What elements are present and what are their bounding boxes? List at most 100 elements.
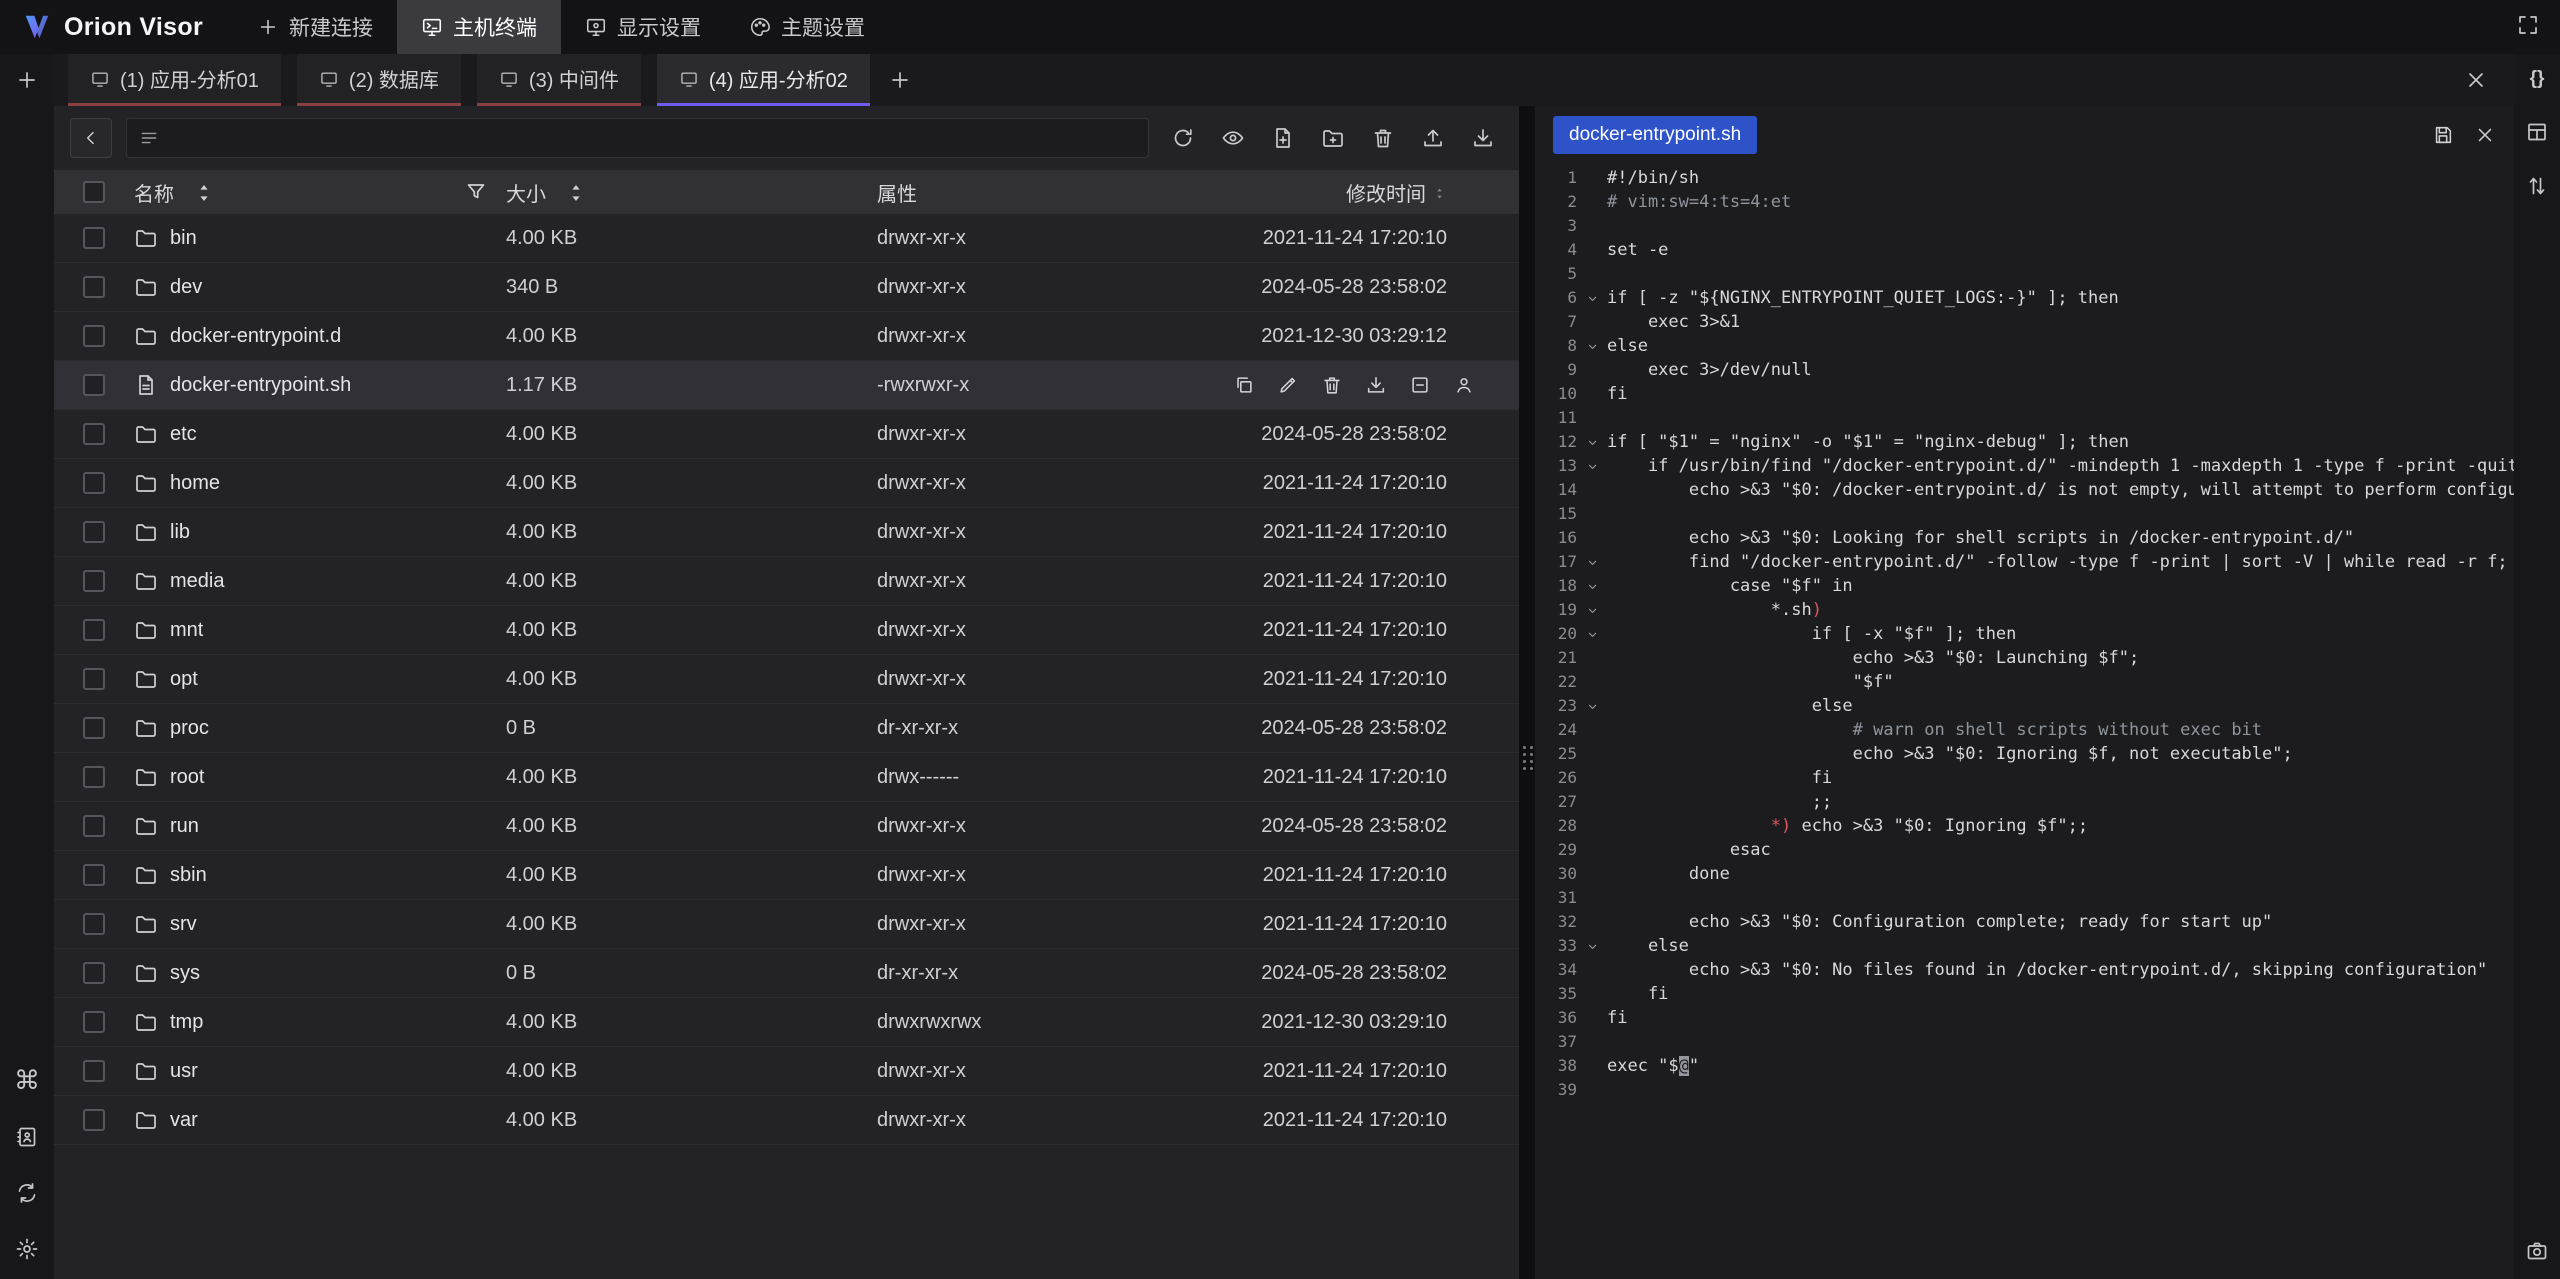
nav-item[interactable]: 显示设置 <box>561 0 725 54</box>
code-line[interactable]: 22 "$f" <box>1535 670 2514 694</box>
file-row[interactable]: run4.00 KBdrwxr-xr-x2024-05-28 23:58:02 <box>54 802 1519 851</box>
file-row[interactable]: mnt4.00 KBdrwxr-xr-x2021-11-24 17:20:10 <box>54 606 1519 655</box>
new-tab-button[interactable] <box>888 68 912 92</box>
code-line[interactable]: 32 echo >&3 "$0: Configuration complete;… <box>1535 910 2514 934</box>
code-line[interactable]: 29 esac <box>1535 838 2514 862</box>
code-line[interactable]: 3 <box>1535 214 2514 238</box>
nav-item[interactable]: 主机终端 <box>397 0 561 54</box>
fold-icon[interactable] <box>1577 286 1607 310</box>
editor-file-tab[interactable]: docker-entrypoint.sh <box>1553 116 1757 154</box>
file-row[interactable]: usr4.00 KBdrwxr-xr-x2021-11-24 17:20:10 <box>54 1047 1519 1096</box>
fold-icon[interactable] <box>1577 694 1607 718</box>
code-line[interactable]: 9 exec 3>/dev/null <box>1535 358 2514 382</box>
refresh-button[interactable] <box>1171 126 1195 150</box>
user-action-icon[interactable] <box>1453 374 1475 396</box>
row-checkbox[interactable] <box>83 472 105 494</box>
code-line[interactable]: 30 done <box>1535 862 2514 886</box>
fold-icon[interactable] <box>1577 430 1607 454</box>
code-line[interactable]: 35 fi <box>1535 982 2514 1006</box>
code-line[interactable]: 31 <box>1535 886 2514 910</box>
shortcut-keys-icon[interactable]: ⌘ <box>14 1067 40 1093</box>
file-row[interactable]: media4.00 KBdrwxr-xr-x2021-11-24 17:20:1… <box>54 557 1519 606</box>
trash-action-icon[interactable] <box>1321 374 1343 396</box>
code-line[interactable]: 14 echo >&3 "$0: /docker-entrypoint.d/ i… <box>1535 478 2514 502</box>
file-row[interactable]: dev340 Bdrwxr-xr-x2024-05-28 23:58:02 <box>54 263 1519 312</box>
code-line[interactable]: 5 <box>1535 262 2514 286</box>
upload-button[interactable] <box>1421 126 1445 150</box>
terminal-tab[interactable]: (2) 数据库 <box>297 54 461 106</box>
fold-icon[interactable] <box>1577 622 1607 646</box>
row-checkbox[interactable] <box>83 864 105 886</box>
code-line[interactable]: 1#!/bin/sh <box>1535 166 2514 190</box>
header-time-cell[interactable]: 修改时间 <box>1219 178 1519 207</box>
line-spacing-icon[interactable] <box>2525 174 2549 198</box>
terminal-tab[interactable]: (4) 应用-分析02 <box>657 54 870 106</box>
path-input[interactable] <box>126 118 1149 158</box>
panel-resizer[interactable] <box>1519 106 1535 1279</box>
file-row[interactable]: home4.00 KBdrwxr-xr-x2021-11-24 17:20:10 <box>54 459 1519 508</box>
file-row[interactable]: srv4.00 KBdrwxr-xr-x2021-11-24 17:20:10 <box>54 900 1519 949</box>
editor-close-icon[interactable] <box>2474 124 2496 146</box>
code-line[interactable]: 25 echo >&3 "$0: Ignoring $f, not execut… <box>1535 742 2514 766</box>
header-size-cell[interactable]: 大小 <box>506 178 877 207</box>
file-row[interactable]: root4.00 KBdrwx------2021-11-24 17:20:10 <box>54 753 1519 802</box>
sort-name-icon[interactable] <box>186 179 216 205</box>
nav-item[interactable]: 主题设置 <box>725 0 889 54</box>
code-line[interactable]: 6if [ -z "${NGINX_ENTRYPOINT_QUIET_LOGS:… <box>1535 286 2514 310</box>
code-line[interactable]: 38exec "$@" <box>1535 1054 2514 1078</box>
brand[interactable]: Orion Visor <box>0 12 233 42</box>
settings-gear-icon[interactable] <box>15 1237 39 1261</box>
code-line[interactable]: 27 ;; <box>1535 790 2514 814</box>
select-all-checkbox[interactable] <box>83 181 105 203</box>
sort-size-icon[interactable] <box>558 179 588 205</box>
toggle-hidden-button[interactable] <box>1221 126 1245 150</box>
new-file-button[interactable] <box>1271 126 1295 150</box>
file-row[interactable]: proc0 Bdr-xr-xr-x2024-05-28 23:58:02 <box>54 704 1519 753</box>
row-checkbox[interactable] <box>83 1109 105 1131</box>
sort-time-icon[interactable] <box>1426 184 1447 201</box>
edit-action-icon[interactable] <box>1277 374 1299 396</box>
code-line[interactable]: 2# vim:sw=4:ts=4:et <box>1535 190 2514 214</box>
code-line[interactable]: 11 <box>1535 406 2514 430</box>
new-connection-button[interactable] <box>15 68 39 92</box>
row-checkbox[interactable] <box>83 619 105 641</box>
row-checkbox[interactable] <box>83 815 105 837</box>
row-checkbox[interactable] <box>83 227 105 249</box>
code-line[interactable]: 39 <box>1535 1078 2514 1102</box>
save-icon[interactable] <box>2432 124 2454 146</box>
sync-icon[interactable] <box>15 1181 39 1205</box>
code-line[interactable]: 12if [ "$1" = "nginx" -o "$1" = "nginx-d… <box>1535 430 2514 454</box>
code-line[interactable]: 19 *.sh) <box>1535 598 2514 622</box>
row-checkbox[interactable] <box>83 1011 105 1033</box>
terminal-tab[interactable]: (3) 中间件 <box>477 54 641 106</box>
file-row[interactable]: var4.00 KBdrwxr-xr-x2021-11-24 17:20:10 <box>54 1096 1519 1145</box>
download-action-icon[interactable] <box>1365 374 1387 396</box>
filter-icon[interactable] <box>464 180 488 204</box>
row-checkbox[interactable] <box>83 1060 105 1082</box>
code-line[interactable]: 28 *) echo >&3 "$0: Ignoring $f";; <box>1535 814 2514 838</box>
code-line[interactable]: 24 # warn on shell scripts without exec … <box>1535 718 2514 742</box>
delete-button[interactable] <box>1371 126 1395 150</box>
address-book-icon[interactable] <box>15 1125 39 1149</box>
file-row[interactable]: etc4.00 KBdrwxr-xr-x2024-05-28 23:58:02 <box>54 410 1519 459</box>
fold-icon[interactable] <box>1577 550 1607 574</box>
row-checkbox[interactable] <box>83 325 105 347</box>
code-line[interactable]: 16 echo >&3 "$0: Looking for shell scrip… <box>1535 526 2514 550</box>
row-checkbox[interactable] <box>83 374 105 396</box>
truncate-action-icon[interactable] <box>1409 374 1431 396</box>
nav-item[interactable]: 新建连接 <box>233 0 397 54</box>
fold-icon[interactable] <box>1577 598 1607 622</box>
file-row[interactable]: opt4.00 KBdrwxr-xr-x2021-11-24 17:20:10 <box>54 655 1519 704</box>
row-checkbox[interactable] <box>83 570 105 592</box>
code-line[interactable]: 13 if /usr/bin/find "/docker-entrypoint.… <box>1535 454 2514 478</box>
row-checkbox[interactable] <box>83 717 105 739</box>
layout-icon[interactable] <box>2525 120 2549 144</box>
code-line[interactable]: 21 echo >&3 "$0: Launching $f"; <box>1535 646 2514 670</box>
row-checkbox[interactable] <box>83 913 105 935</box>
fold-icon[interactable] <box>1577 934 1607 958</box>
row-checkbox[interactable] <box>83 766 105 788</box>
code-line[interactable]: 18 case "$f" in <box>1535 574 2514 598</box>
file-row[interactable]: docker-entrypoint.sh1.17 KB-rwxrwxr-x <box>54 361 1519 410</box>
code-line[interactable]: 36fi <box>1535 1006 2514 1030</box>
code-line[interactable]: 37 <box>1535 1030 2514 1054</box>
